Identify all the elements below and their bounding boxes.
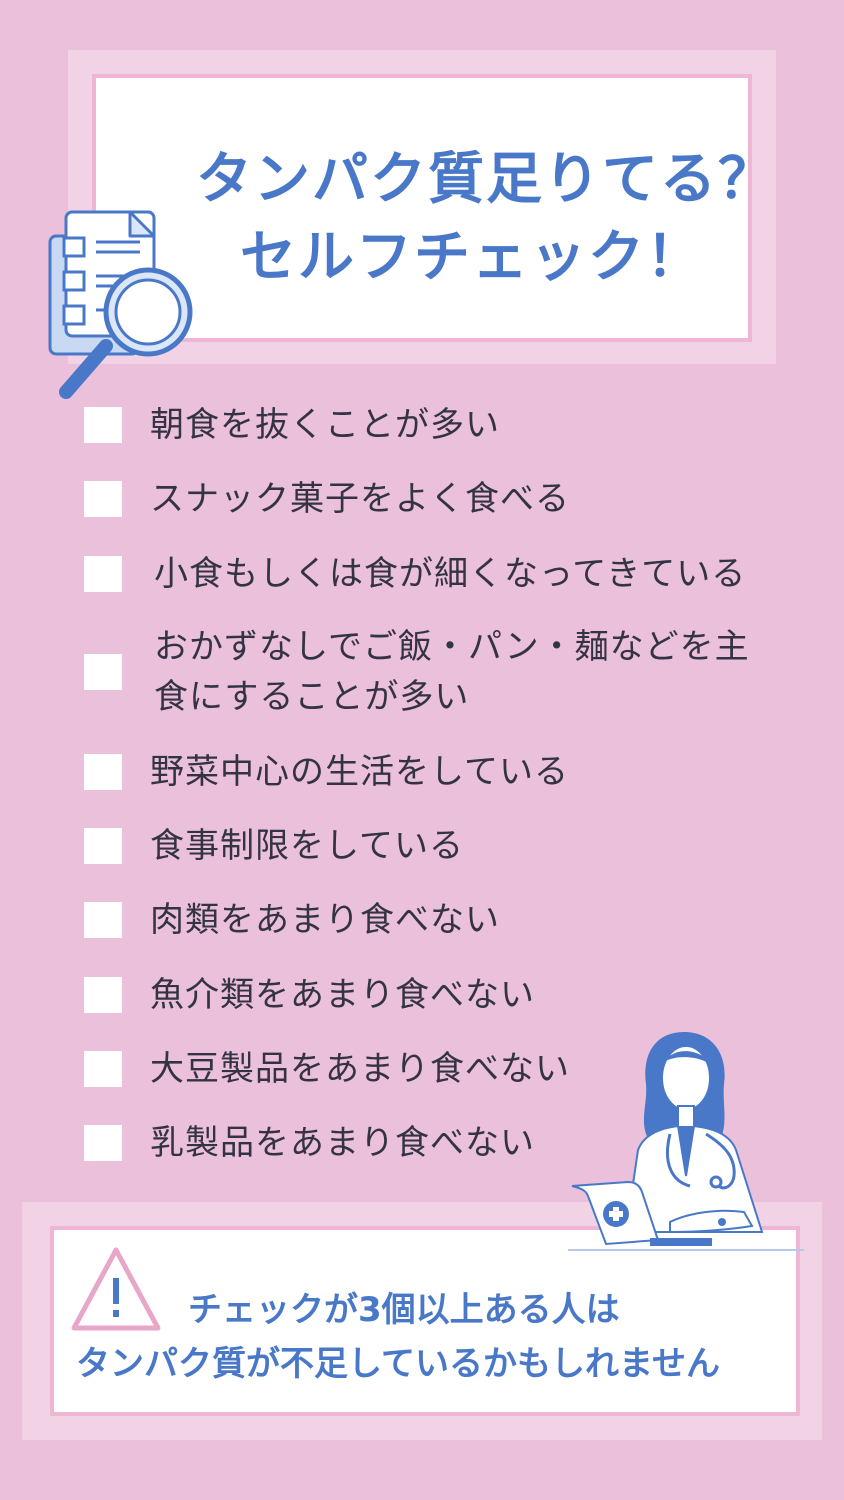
list-item-label: 小食もしくは食が細くなってきている (154, 554, 747, 594)
list-item[interactable]: 食事制限をしている (84, 821, 464, 871)
checkbox[interactable] (84, 977, 122, 1013)
page-title: タンパク質足りてる？ (196, 147, 776, 212)
list-item-label: 魚介類をあまり食べない (150, 975, 535, 1015)
list-item[interactable]: 肉類をあまり食べない (84, 895, 500, 945)
checkbox[interactable] (84, 407, 122, 443)
checkbox[interactable] (84, 754, 122, 790)
page-subtitle: セルフチェック！ (240, 225, 704, 290)
list-item-label: 乳製品をあまり食べない (150, 1123, 535, 1163)
list-item[interactable]: 乳製品をあまり食べない (84, 1118, 535, 1168)
list-item[interactable]: スナック菓子をよく食べる (84, 474, 570, 524)
checkbox[interactable] (84, 556, 122, 592)
list-item-label: 朝食を抜くことが多い (150, 405, 500, 445)
doctor-laptop-icon (568, 1032, 804, 1251)
checkbox[interactable] (84, 481, 122, 517)
warning-text-line1: チェックが3個以上ある人は (188, 1290, 620, 1330)
checkbox[interactable] (84, 654, 122, 690)
checkbox[interactable] (84, 902, 122, 938)
list-item[interactable]: 朝食を抜くことが多い (84, 400, 500, 450)
list-item-label: スナック菓子をよく食べる (150, 479, 570, 519)
warning-text-line2: タンパク質が不足しているかもしれません (76, 1344, 720, 1384)
list-item-label: おかずなしでご飯・パン・麺などを主食にすることが多い (154, 627, 750, 717)
list-item-label: 大豆製品をあまり食べない (150, 1049, 570, 1089)
list-item[interactable]: 魚介類をあまり食べない (84, 970, 535, 1020)
list-item-label: 肉類をあまり食べない (150, 900, 500, 940)
checkbox[interactable] (84, 1051, 122, 1087)
list-item[interactable]: おかずなしでご飯・パン・麺などを主食にすることが多い (84, 622, 754, 722)
checkbox[interactable] (84, 1125, 122, 1161)
warning-triangle-icon (71, 1247, 161, 1331)
list-item-label: 食事制限をしている (150, 826, 464, 866)
list-item[interactable]: 野菜中心の生活をしている (84, 747, 569, 797)
document-magnifier-icon (48, 210, 193, 399)
checkbox[interactable] (84, 828, 122, 864)
list-item-label: 野菜中心の生活をしている (150, 752, 569, 792)
list-item[interactable]: 小食もしくは食が細くなってきている (84, 549, 746, 599)
list-item[interactable]: 大豆製品をあまり食べない (84, 1044, 570, 1094)
